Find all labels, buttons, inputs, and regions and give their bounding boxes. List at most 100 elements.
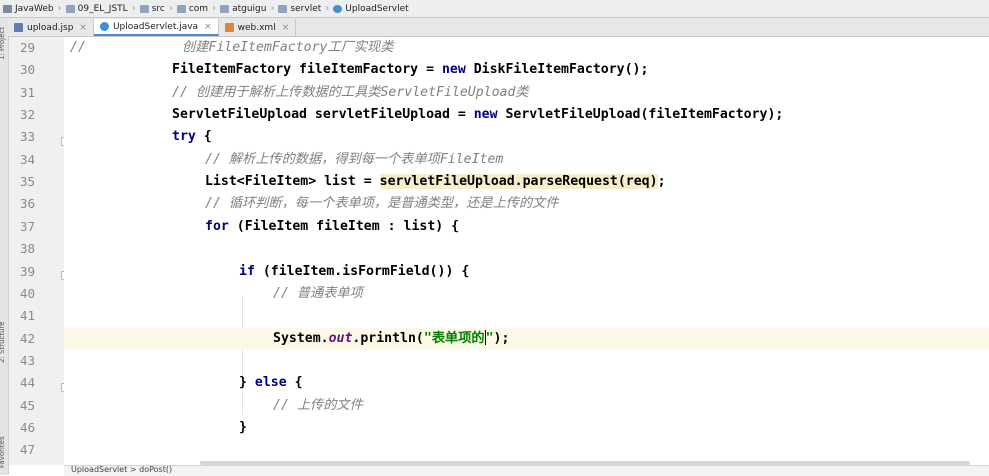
line-number: 29	[19, 40, 35, 55]
breadcrumb-label: 09_EL_JSTL	[77, 3, 128, 14]
code-line-33: try {	[64, 126, 989, 148]
line-number: 37	[19, 218, 35, 234]
code-line-31: // 创建用于解析上传数据的工具类ServletFileUpload类	[64, 82, 989, 104]
navigation-bar: JavaWeb › 09_EL_JSTL › src › com › atgui…	[0, 0, 989, 18]
code-text: }	[239, 375, 255, 391]
code-line-30: FileItemFactory fileItemFactory = new Di…	[64, 59, 989, 81]
chevron-right-icon: ›	[168, 3, 173, 14]
code-text: ServletFileUpload servletFileUpload =	[172, 107, 474, 123]
chevron-right-icon: ›	[212, 3, 217, 14]
code-text: .println(	[352, 330, 424, 346]
comment-text: // 普通表单项	[273, 285, 363, 301]
comment-text: // 创建用于解析上传数据的工具类ServletFileUpload类	[172, 84, 529, 100]
left-tool-strip: 1: Project 2: Structure Favorites	[0, 18, 9, 475]
line-number-gutter[interactable]: 29 30 31 32 33 34 35 36 37 38 39 40 41 4…	[9, 37, 69, 465]
code-text: ;	[657, 174, 666, 190]
breadcrumb-javaweb[interactable]: JavaWeb	[0, 0, 57, 17]
comment-text: // 解析上传的数据，得到每一个表单项FileItem	[205, 151, 504, 167]
code-line-35: List<FileItem> list = servletFileUpload.…	[64, 171, 989, 193]
code-line-39: if (fileItem.isFormField()) {	[64, 261, 989, 283]
code-editor[interactable]: // 创建FileItemFactory工厂实现类 FileItemFactor…	[64, 37, 989, 465]
editor-breadcrumb-bar: UploadServlet > doPost()	[64, 465, 989, 476]
line-number: 44	[19, 375, 35, 391]
code-text: List<FileItem> list =	[205, 174, 380, 190]
breadcrumb-label: com	[188, 3, 209, 14]
breadcrumb-servlet[interactable]: servlet	[275, 0, 324, 17]
code-text: }	[239, 419, 247, 435]
folder-icon	[220, 4, 230, 13]
close-icon[interactable]: ×	[204, 22, 212, 32]
static-field: out	[328, 330, 353, 346]
chevron-right-icon: ›	[131, 3, 136, 14]
string-literal: "表单项的	[423, 330, 485, 346]
tab-web-xml[interactable]: web.xml ×	[219, 19, 297, 36]
project-icon	[3, 4, 12, 13]
breadcrumb-module[interactable]: 09_EL_JSTL	[63, 0, 131, 17]
line-number: 47	[19, 442, 35, 458]
method-breadcrumb[interactable]: UploadServlet > doPost()	[71, 466, 172, 474]
breadcrumb-atguigu[interactable]: atguigu	[217, 0, 269, 17]
breadcrumb-label: atguigu	[232, 3, 267, 14]
code-text: System.	[273, 330, 329, 346]
line-number: 39	[19, 263, 35, 279]
line-number: 41	[19, 308, 35, 324]
breadcrumb-label: UploadServlet	[345, 3, 409, 14]
code-text: {	[286, 375, 303, 391]
line-number: 34	[19, 151, 35, 167]
tab-label: UploadServlet.java	[112, 21, 199, 32]
tab-upload-jsp[interactable]: upload.jsp ×	[8, 19, 94, 36]
comment-text: // 循环判断，每一个表单项，是普通类型，还是上传的文件	[205, 196, 559, 212]
xml-file-icon	[224, 23, 234, 32]
code-line-40: // 普通表单项	[64, 283, 989, 305]
line-number: 42	[19, 330, 35, 346]
keyword: else	[254, 375, 287, 391]
line-number: 43	[19, 352, 35, 368]
line-number: 38	[19, 241, 35, 257]
jsp-file-icon	[14, 23, 23, 32]
code-line-44: } else {	[64, 372, 989, 394]
code-line-42-current: System.out.println("表单项的");	[64, 327, 989, 350]
code-line-37: for (FileItem fileItem : list) {	[64, 216, 989, 238]
line-number: 31	[19, 84, 35, 100]
tab-label: upload.jsp	[27, 22, 74, 33]
tab-label: web.xml	[237, 22, 276, 33]
code-line-34: // 解析上传的数据，得到每一个表单项FileItem	[64, 149, 989, 171]
keyword: new	[473, 107, 498, 123]
breadcrumb-uploadservlet[interactable]: UploadServlet	[330, 0, 411, 17]
close-icon[interactable]: ×	[79, 23, 87, 33]
tab-uploadservlet-java[interactable]: UploadServlet.java ×	[93, 19, 219, 36]
string-literal-end: "	[485, 330, 494, 346]
code-text: (FileItem fileItem : list) {	[228, 218, 460, 234]
line-number: 36	[19, 196, 35, 212]
line-number: 45	[19, 397, 35, 413]
breadcrumb-label: servlet	[290, 3, 322, 14]
code-text: ServletFileUpload(fileItemFactory);	[497, 107, 784, 123]
line-number: 35	[19, 174, 35, 190]
close-icon[interactable]: ×	[282, 23, 290, 33]
code-line-32: ServletFileUpload servletFileUpload = ne…	[64, 104, 989, 126]
chevron-right-icon: ›	[270, 3, 275, 14]
keyword: for	[205, 218, 229, 234]
breadcrumb-label: src	[151, 3, 165, 14]
comment-text: 创建FileItemFactory工厂实现类	[182, 40, 394, 55]
class-icon	[333, 4, 343, 13]
java-class-icon	[99, 22, 109, 31]
code-text: DiskFileItemFactory();	[465, 62, 649, 78]
code-text: );	[493, 330, 510, 346]
line-number: 32	[19, 107, 35, 123]
code-text: FileItemFactory fileItemFactory =	[172, 62, 442, 78]
line-number: 46	[19, 419, 35, 435]
breadcrumb-com[interactable]: com	[174, 0, 211, 17]
keyword: try	[172, 129, 196, 145]
comment-prefix: //	[70, 40, 86, 55]
keyword: if	[239, 263, 255, 279]
chevron-right-icon: ›	[57, 3, 62, 14]
folder-icon	[278, 4, 288, 13]
breadcrumb-src[interactable]: src	[137, 0, 168, 17]
chevron-right-icon: ›	[325, 3, 330, 14]
line-number: 30	[19, 62, 35, 78]
